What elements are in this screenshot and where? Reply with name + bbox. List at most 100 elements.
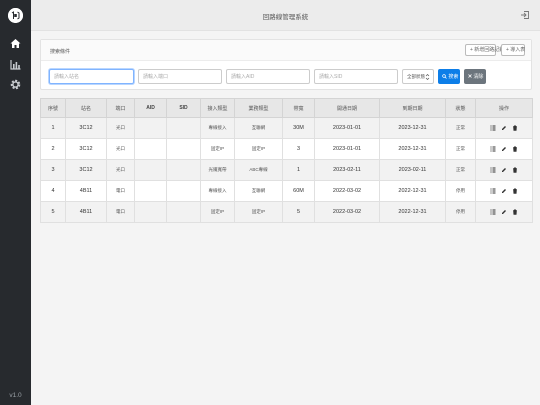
cell-actions: [475, 180, 533, 202]
cell-end-date: 2023-12-31: [379, 117, 446, 139]
row-actions: [490, 125, 518, 131]
table-row: 1 3C12 光口 專線接入 互聯網 30M 2023-01-01 2023-12-31 正常: [40, 117, 533, 139]
col-header-port[interactable]: 端口: [106, 98, 135, 118]
cell-no: 2: [40, 138, 66, 160]
cell-bandwidth: 30M: [282, 117, 315, 139]
cell-start-date: 2023-01-01: [314, 117, 380, 139]
search-button[interactable]: 搜索: [438, 69, 460, 84]
cell-station: 3C12: [65, 138, 107, 160]
page-title: 回路線管理系統: [262, 14, 309, 21]
col-header-service-type[interactable]: 業務類型: [234, 98, 283, 118]
cell-status: 正常: [445, 159, 476, 181]
cell-access-type: 專線接入: [200, 117, 235, 139]
delete-trash-icon[interactable]: [512, 188, 518, 194]
col-header-access-type[interactable]: 接入類型: [200, 98, 235, 118]
delete-trash-icon[interactable]: [512, 167, 518, 173]
cell-station: 3C12: [65, 159, 107, 181]
list-icon[interactable]: [490, 167, 496, 173]
cell-access-type: 光纖寬帶: [200, 159, 235, 181]
cell-service-type: 固定IP: [234, 201, 283, 223]
table-row: 3 3C12 光口 光纖寬帶 ABC專線 1 2023-02-11 2023-02-11 正常: [40, 159, 533, 181]
list-icon[interactable]: [490, 146, 496, 152]
cell-station: 4B11: [65, 180, 107, 202]
cell-status: 停用: [445, 180, 476, 202]
delete-trash-icon[interactable]: [512, 146, 518, 152]
records-table: 序號 站名 端口 AID SID 接入類型 業務類型 帶寬 開通日期 到期日期 …: [40, 98, 533, 223]
logout-icon[interactable]: [520, 10, 530, 20]
col-header-station[interactable]: 站名: [65, 98, 107, 118]
cell-no: 5: [40, 201, 66, 223]
cell-service-type: 固定IP: [234, 138, 283, 160]
cell-service-type: ABC專線: [234, 159, 283, 181]
col-header-bandwidth[interactable]: 帶寬: [282, 98, 315, 118]
gear-icon[interactable]: [9, 78, 22, 91]
edit-pencil-icon[interactable]: [501, 125, 507, 131]
add-record-button[interactable]: + 新增回路記錄: [465, 44, 504, 56]
cell-port: 電口: [106, 201, 135, 223]
search-button-label: 搜索: [448, 74, 459, 80]
edit-pencil-icon[interactable]: [501, 188, 507, 194]
col-header-start-date[interactable]: 開通日期: [314, 98, 380, 118]
cell-service-type: 互聯網: [234, 117, 283, 139]
col-header-no[interactable]: 序號: [40, 98, 66, 118]
cell-aid: [134, 117, 167, 139]
clear-button-label: 清除: [473, 74, 484, 80]
cell-aid: [134, 138, 167, 160]
list-icon[interactable]: [490, 209, 496, 215]
cell-actions: [475, 138, 533, 160]
list-icon[interactable]: [490, 125, 496, 131]
import-button[interactable]: + 導入表: [501, 44, 525, 56]
filter-panel-title: 搜索條件: [50, 49, 71, 55]
app-logo-icon[interactable]: [8, 8, 23, 23]
row-actions: [490, 146, 518, 152]
col-header-status[interactable]: 狀態: [445, 98, 476, 118]
cell-bandwidth: 60M: [282, 180, 315, 202]
cell-station: 4B11: [65, 201, 107, 223]
cell-start-date: 2023-02-11: [314, 159, 380, 181]
cell-no: 4: [40, 180, 66, 202]
col-header-actions: 操作: [475, 98, 533, 118]
edit-pencil-icon[interactable]: [501, 146, 507, 152]
filter-row: 全部狀態 搜索 清除: [49, 69, 523, 84]
cell-aid: [134, 201, 167, 223]
status-select[interactable]: 全部狀態: [402, 69, 434, 84]
filter-panel-header: 搜索條件 + 新增回路記錄 + 導入表: [41, 40, 531, 61]
cell-access-type: 固定IP: [200, 138, 235, 160]
col-header-sid[interactable]: SID: [166, 98, 201, 118]
bar-chart-icon[interactable]: [9, 58, 22, 71]
cell-no: 3: [40, 159, 66, 181]
table-row: 5 4B11 電口 固定IP 固定IP 5 2022-03-02 2022-12-31 停用: [40, 201, 533, 223]
col-header-aid[interactable]: AID: [134, 98, 167, 118]
cell-actions: [475, 159, 533, 181]
cell-sid: [166, 138, 201, 160]
cell-sid: [166, 159, 201, 181]
aid-input[interactable]: [226, 69, 310, 84]
cell-status: 正常: [445, 117, 476, 139]
delete-trash-icon[interactable]: [512, 209, 518, 215]
cell-service-type: 互聯網: [234, 180, 283, 202]
list-icon[interactable]: [490, 188, 496, 194]
cell-no: 1: [40, 117, 66, 139]
port-input[interactable]: [138, 69, 222, 84]
delete-trash-icon[interactable]: [512, 125, 518, 131]
cell-station: 3C12: [65, 117, 107, 139]
cell-port: 光口: [106, 138, 135, 160]
edit-pencil-icon[interactable]: [501, 209, 507, 215]
sid-input[interactable]: [314, 69, 398, 84]
col-header-end-date[interactable]: 到期日期: [379, 98, 446, 118]
cell-status: 停用: [445, 201, 476, 223]
cell-start-date: 2023-01-01: [314, 138, 380, 160]
station-input[interactable]: [49, 69, 134, 84]
table-header-row: 序號 站名 端口 AID SID 接入類型 業務類型 帶寬 開通日期 到期日期 …: [40, 98, 533, 118]
version-label: v1.0: [9, 392, 22, 399]
row-actions: [490, 167, 518, 173]
cell-port: 光口: [106, 159, 135, 181]
cell-end-date: 2022-12-31: [379, 180, 446, 202]
clear-button[interactable]: 清除: [464, 69, 486, 84]
cell-sid: [166, 117, 201, 139]
edit-pencil-icon[interactable]: [501, 167, 507, 173]
cell-end-date: 2022-12-31: [379, 201, 446, 223]
cell-aid: [134, 159, 167, 181]
home-icon[interactable]: [9, 37, 22, 50]
cell-sid: [166, 201, 201, 223]
